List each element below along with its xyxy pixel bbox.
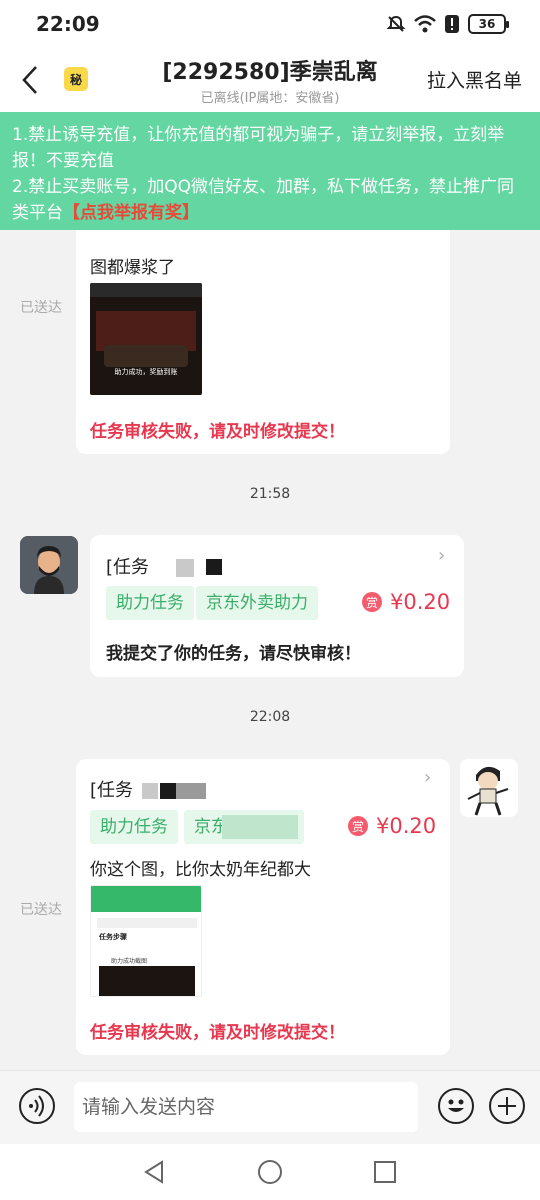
screenshot-thumbnail[interactable]: 任务步骤 助力成功截图 xyxy=(90,885,202,997)
more-button[interactable] xyxy=(489,1088,525,1124)
status-time: 22:09 xyxy=(36,12,100,36)
notice-banner: 1.禁止诱导充值，让你充值的都可视为骗子，请立刻举报，立刻举报！不要充值 2.禁… xyxy=(0,112,540,230)
mute-icon xyxy=(386,15,406,32)
message-text: 你这个图，比你太奶年纪都大 xyxy=(90,860,311,880)
reward: 赏 ¥0.20 xyxy=(362,590,450,614)
alert-icon xyxy=(445,15,459,33)
fail-text: 任务审核失败，请及时修改提交！ xyxy=(90,422,345,442)
redacted-block xyxy=(160,783,176,799)
timestamp: 22:08 xyxy=(249,709,291,725)
redacted-block xyxy=(142,783,158,799)
avatar-cartoon-icon xyxy=(460,759,518,817)
wifi-icon xyxy=(414,15,436,33)
reward-icon: 赏 xyxy=(348,816,368,836)
reward-icon: 赏 xyxy=(362,592,382,612)
redacted-block xyxy=(176,559,194,577)
reward-amount: ¥0.20 xyxy=(390,590,451,614)
thumb-step: 助力成功截图 xyxy=(111,958,148,965)
avatar-self[interactable] xyxy=(460,759,518,817)
redacted-block xyxy=(222,815,298,839)
reward-amount: ¥0.20 xyxy=(376,814,437,838)
avatar-received[interactable] xyxy=(20,536,78,594)
status-bar: 22:09 36 xyxy=(0,0,540,50)
task-title: [任务 xyxy=(90,780,134,801)
tag-task-category: 京东外卖助力 xyxy=(196,586,318,620)
message-bubble-received[interactable]: [任务 › 助力任务 京东外卖助力 赏 ¥0.20 我提交了你的任务，请尽快审核… xyxy=(90,535,464,677)
blacklist-button[interactable]: 拉入黑名单 xyxy=(427,66,522,93)
input-bar xyxy=(0,1070,540,1144)
nav-back-icon[interactable] xyxy=(142,1159,168,1185)
reward: 赏 ¥0.20 xyxy=(348,814,436,838)
sent-status: 已送达 xyxy=(20,902,62,918)
report-link[interactable]: 【点我举报有奖】 xyxy=(63,203,199,223)
tag-task-type: 助力任务 xyxy=(106,586,194,620)
voice-button[interactable] xyxy=(19,1088,55,1124)
fail-text: 任务审核失败，请及时修改提交！ xyxy=(90,1023,345,1043)
task-title: [任务 xyxy=(106,557,150,578)
system-nav-bar xyxy=(0,1144,540,1200)
emoji-icon xyxy=(448,1099,464,1112)
tag-task-type: 助力任务 xyxy=(90,810,178,844)
redacted-block xyxy=(176,783,206,799)
notice-line-2: 2.禁止买卖账号，加QQ微信好友、加群，私下做任务，禁止推广同类平台【点我举报有… xyxy=(12,174,530,226)
emoji-button[interactable] xyxy=(438,1088,474,1124)
redacted-block xyxy=(206,559,222,575)
voice-icon xyxy=(29,1095,44,1117)
screenshot-thumbnail[interactable]: 助力成功，奖励到账 xyxy=(90,283,202,395)
message-input[interactable] xyxy=(74,1082,418,1132)
message-text: 我提交了你的任务，请尽快审核！ xyxy=(106,644,361,664)
status-icons: 36 xyxy=(386,14,509,34)
chevron-right-icon: › xyxy=(438,545,446,566)
avatar-man-icon xyxy=(20,536,78,594)
nav-home-icon[interactable] xyxy=(257,1159,283,1185)
message-text: 图都爆浆了 xyxy=(90,258,175,278)
chat-header: 秘 [2292580]季崇乱离 已离线(IP属地：安徽省) 拉入黑名单 xyxy=(0,50,540,112)
timestamp: 21:58 xyxy=(249,486,291,502)
nav-recents-icon[interactable] xyxy=(372,1159,398,1185)
message-bubble-sent-2[interactable]: [任务 › 助力任务 京东 赏 ¥0.20 你这个图，比你太奶年纪都大 任务步骤… xyxy=(76,759,450,1055)
sent-status: 已送达 xyxy=(20,300,62,316)
plus-icon xyxy=(498,1097,516,1115)
thumb-title: 任务步骤 xyxy=(99,933,127,941)
thumb-caption: 助力成功，奖励到账 xyxy=(114,368,178,376)
battery-icon: 36 xyxy=(468,14,509,34)
notice-line-1: 1.禁止诱导充值，让你充值的都可视为骗子，请立刻举报，立刻举报！不要充值 xyxy=(12,125,505,171)
message-bubble-sent-1[interactable]: 图都爆浆了 助力成功，奖励到账 任务审核失败，请及时修改提交！ xyxy=(76,200,450,454)
chevron-right-icon: › xyxy=(424,767,432,788)
